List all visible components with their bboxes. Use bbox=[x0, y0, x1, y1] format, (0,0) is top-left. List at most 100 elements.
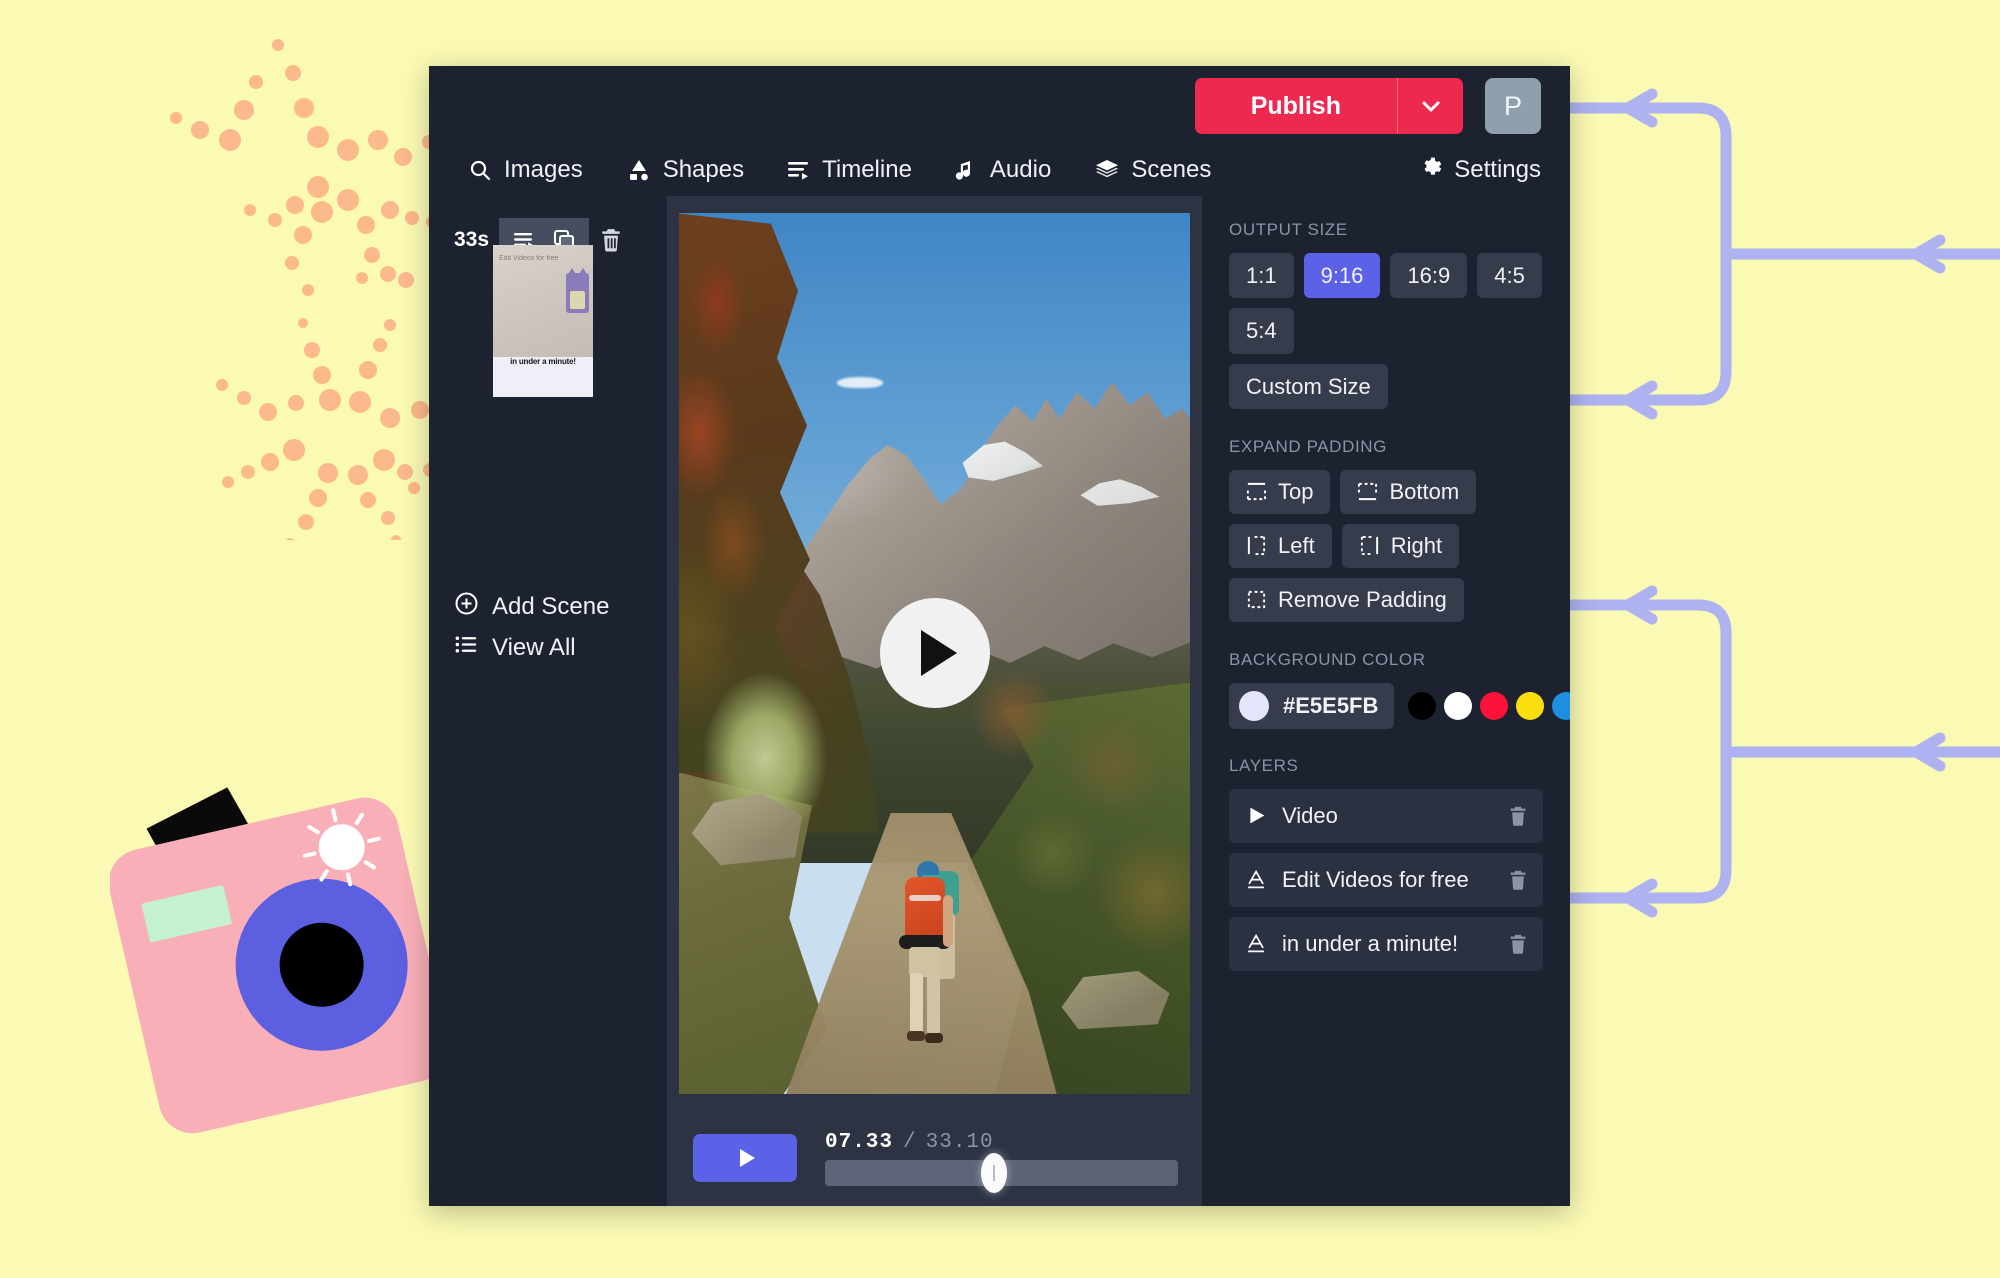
nav-item-images[interactable]: Images bbox=[468, 156, 583, 184]
thumbnail-photo: Edit Videos for free bbox=[493, 245, 593, 357]
settings-button[interactable]: Settings bbox=[1418, 144, 1541, 196]
play-overlay-button[interactable] bbox=[879, 598, 990, 708]
output-size-label: OUTPUT SIZE bbox=[1229, 220, 1348, 239]
publish-button-group: Publish bbox=[1194, 78, 1463, 134]
play-icon bbox=[739, 1149, 755, 1167]
trash-icon[interactable] bbox=[1507, 805, 1529, 827]
nav-label: Audio bbox=[989, 156, 1052, 183]
preset-yellow[interactable] bbox=[1516, 691, 1545, 720]
ratio-4-5[interactable]: 4:5 bbox=[1477, 253, 1542, 299]
view-all-label: View All bbox=[492, 634, 576, 661]
nav-item-scenes[interactable]: Scenes bbox=[1095, 156, 1211, 184]
publish-button[interactable]: Publish bbox=[1195, 78, 1397, 134]
nav-item-timeline[interactable]: Timeline bbox=[786, 156, 912, 184]
pad-top-label: Top bbox=[1278, 478, 1314, 504]
settings-label: Settings bbox=[1454, 156, 1541, 183]
nav-label: Shapes bbox=[662, 156, 745, 183]
pad-bottom-icon bbox=[1358, 483, 1378, 501]
time-separator: / bbox=[903, 1130, 916, 1154]
remove-padding-button[interactable]: Remove Padding bbox=[1229, 577, 1464, 622]
layer-row-text-1[interactable]: Edit Videos for free bbox=[1229, 852, 1543, 907]
pad-left-label: Left bbox=[1278, 532, 1315, 558]
main-nav: Images Shapes Timeline Audio Scenes Sett… bbox=[429, 144, 1570, 196]
add-scene-button[interactable]: Add Scene bbox=[454, 591, 609, 623]
chevron-down-icon[interactable] bbox=[1397, 78, 1463, 134]
ratio-5-4[interactable]: 5:4 bbox=[1229, 308, 1294, 354]
scene-thumbnail[interactable]: Edit Videos for free in under a minute! bbox=[493, 245, 593, 397]
add-scene-label: Add Scene bbox=[492, 593, 610, 620]
play-button[interactable] bbox=[693, 1134, 797, 1182]
preview-area bbox=[667, 196, 1202, 1110]
pad-bottom-button[interactable]: Bottom bbox=[1340, 469, 1477, 514]
scrubber-column: 07.33 / 33.10 bbox=[825, 1131, 1178, 1193]
app-body: 33s Edit Videos for free in under a minu… bbox=[429, 196, 1570, 1206]
output-size-options: 1:1 9:16 16:9 4:5 5:4 bbox=[1229, 253, 1543, 354]
text-a-icon bbox=[1243, 869, 1269, 890]
ratio-1-1[interactable]: 1:1 bbox=[1229, 253, 1294, 299]
gear-icon bbox=[1418, 155, 1442, 186]
background-color-label: BACKGROUND COLOR bbox=[1229, 649, 1426, 669]
trash-icon[interactable] bbox=[1507, 933, 1529, 955]
preview-column: 07.33 / 33.10 bbox=[667, 196, 1202, 1206]
preset-black[interactable] bbox=[1408, 691, 1437, 720]
play-icon bbox=[1243, 805, 1269, 826]
remove-padding-label: Remove Padding bbox=[1278, 586, 1447, 612]
ratio-16-9[interactable]: 16:9 bbox=[1390, 253, 1468, 299]
total-time: 33.10 bbox=[925, 1130, 994, 1154]
pad-remove-icon bbox=[1247, 591, 1266, 609]
layer-label: Edit Videos for free bbox=[1282, 866, 1469, 892]
layers-label: LAYERS bbox=[1229, 755, 1299, 775]
custom-size-button[interactable]: Custom Size bbox=[1229, 363, 1388, 409]
camera-illustration bbox=[110, 787, 449, 1134]
app-header: Publish P Images Shapes Timeline Audio S… bbox=[429, 66, 1570, 196]
pad-bottom-label: Bottom bbox=[1389, 478, 1460, 504]
preset-red[interactable] bbox=[1480, 691, 1509, 720]
thumbnail-caption-top: Edit Videos for free bbox=[499, 255, 559, 262]
video-canvas[interactable] bbox=[679, 212, 1190, 1094]
nav-label: Scenes bbox=[1131, 156, 1212, 183]
pad-right-label: Right bbox=[1390, 532, 1443, 558]
delete-scene-icon[interactable] bbox=[589, 218, 633, 262]
layer-label: in under a minute! bbox=[1282, 930, 1459, 956]
avatar[interactable]: P bbox=[1485, 78, 1541, 134]
pad-top-button[interactable]: Top bbox=[1229, 469, 1331, 514]
list-icon bbox=[454, 632, 479, 664]
padding-row-2: Left Right bbox=[1229, 523, 1543, 568]
nav-item-audio[interactable]: Audio bbox=[954, 156, 1051, 184]
nav-label: Images bbox=[504, 156, 583, 183]
layer-row-video[interactable]: Video bbox=[1229, 788, 1543, 843]
background-color-field[interactable]: #E5E5FB bbox=[1229, 682, 1395, 729]
layer-row-text-2[interactable]: in under a minute! bbox=[1229, 916, 1543, 971]
view-all-button[interactable]: View All bbox=[454, 632, 576, 664]
text-a-icon bbox=[1243, 933, 1269, 954]
pad-right-button[interactable]: Right bbox=[1341, 523, 1460, 568]
cloud bbox=[837, 376, 883, 388]
scrubber-track[interactable] bbox=[825, 1152, 1178, 1193]
cat-poster-icon bbox=[566, 268, 589, 313]
current-time: 07.33 bbox=[825, 1130, 894, 1154]
pad-left-icon bbox=[1247, 536, 1266, 556]
custom-size-row: Custom Size bbox=[1229, 363, 1543, 409]
background-color-row: #E5E5FB bbox=[1229, 682, 1570, 729]
time-display: 07.33 / 33.10 bbox=[825, 1131, 1178, 1154]
ratio-9-16[interactable]: 9:16 bbox=[1303, 253, 1381, 299]
background-color-swatch bbox=[1239, 690, 1269, 721]
layer-label: Video bbox=[1282, 802, 1338, 828]
pad-left-button[interactable]: Left bbox=[1229, 523, 1332, 568]
page-stage: Publish P Images Shapes Timeline Audio S… bbox=[0, 0, 2000, 1278]
avatar-initial: P bbox=[1503, 90, 1522, 121]
plus-circle-icon bbox=[454, 591, 479, 623]
trash-icon[interactable] bbox=[1507, 869, 1529, 891]
nav-item-shapes[interactable]: Shapes bbox=[627, 156, 744, 184]
preset-white[interactable] bbox=[1444, 691, 1473, 720]
preset-blue[interactable] bbox=[1552, 691, 1570, 720]
shapes-icon bbox=[627, 158, 651, 182]
expand-padding-label: EXPAND PADDING bbox=[1229, 436, 1387, 456]
music-note-icon bbox=[954, 158, 978, 182]
hiker-with-backpack bbox=[885, 860, 963, 1061]
pad-top-icon bbox=[1246, 483, 1267, 501]
nav-label: Timeline bbox=[822, 156, 912, 183]
padding-row-1: Top Bottom bbox=[1229, 469, 1543, 514]
scrubber-handle[interactable] bbox=[981, 1152, 1008, 1193]
decorative-bracket-arrows bbox=[1564, 88, 2000, 918]
